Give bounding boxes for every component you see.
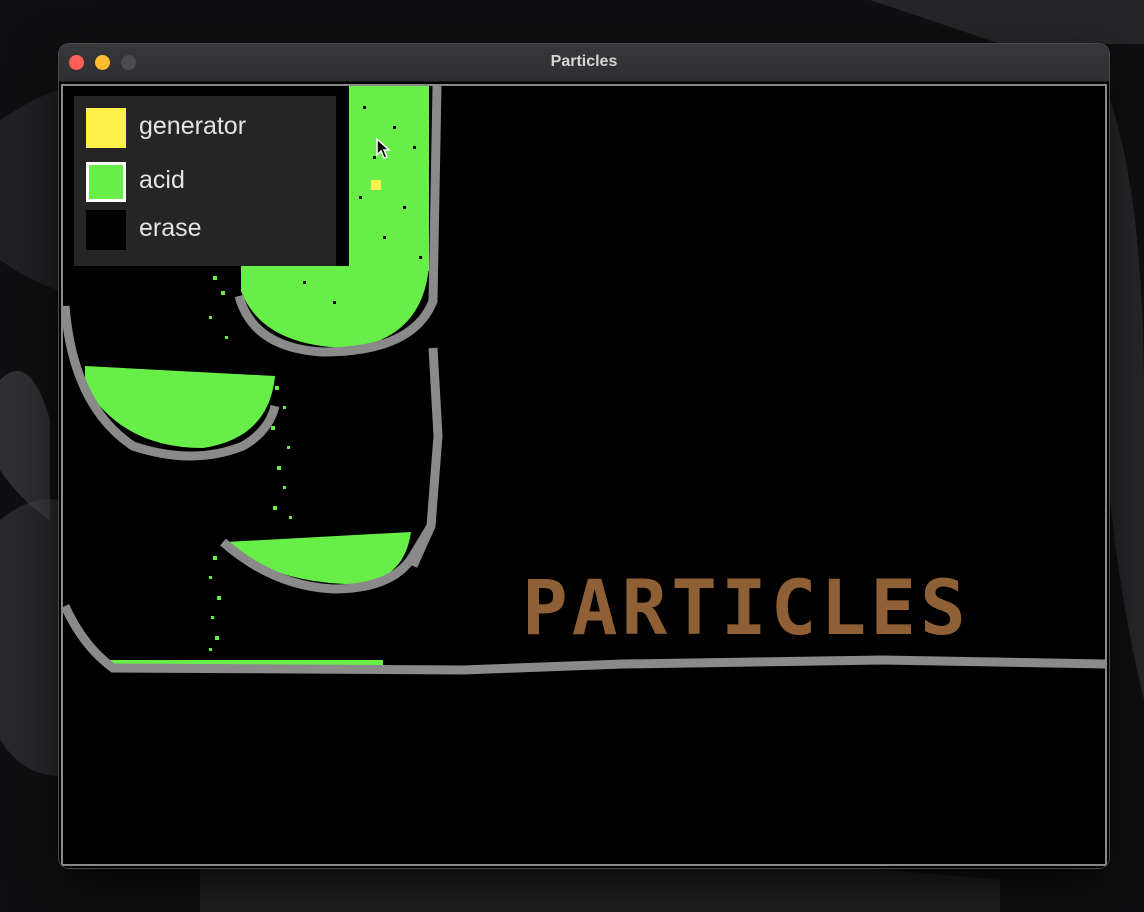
particles-window: Particles PARTICLES generator acid erase xyxy=(59,44,1109,868)
tool-generator[interactable]: generator xyxy=(86,106,326,150)
mouse-pointer-icon xyxy=(376,138,391,159)
generator-swatch xyxy=(86,108,126,148)
tool-label-acid: acid xyxy=(139,166,185,194)
acid-column xyxy=(349,86,429,271)
tool-label-erase: erase xyxy=(139,214,202,242)
acid-swatch xyxy=(86,162,126,202)
simulation-canvas[interactable]: PARTICLES generator acid erase xyxy=(61,84,1107,866)
erase-swatch xyxy=(86,210,126,250)
tool-acid[interactable]: acid xyxy=(86,160,326,204)
tool-palette: generator acid erase xyxy=(74,96,336,266)
generator-particle xyxy=(371,180,381,190)
tool-erase[interactable]: erase xyxy=(86,208,326,252)
window-title: Particles xyxy=(550,53,618,70)
title-bar[interactable]: Particles xyxy=(59,44,1109,82)
particles-wordmark: PARTICLES xyxy=(522,563,970,652)
tool-label-generator: generator xyxy=(139,112,247,140)
